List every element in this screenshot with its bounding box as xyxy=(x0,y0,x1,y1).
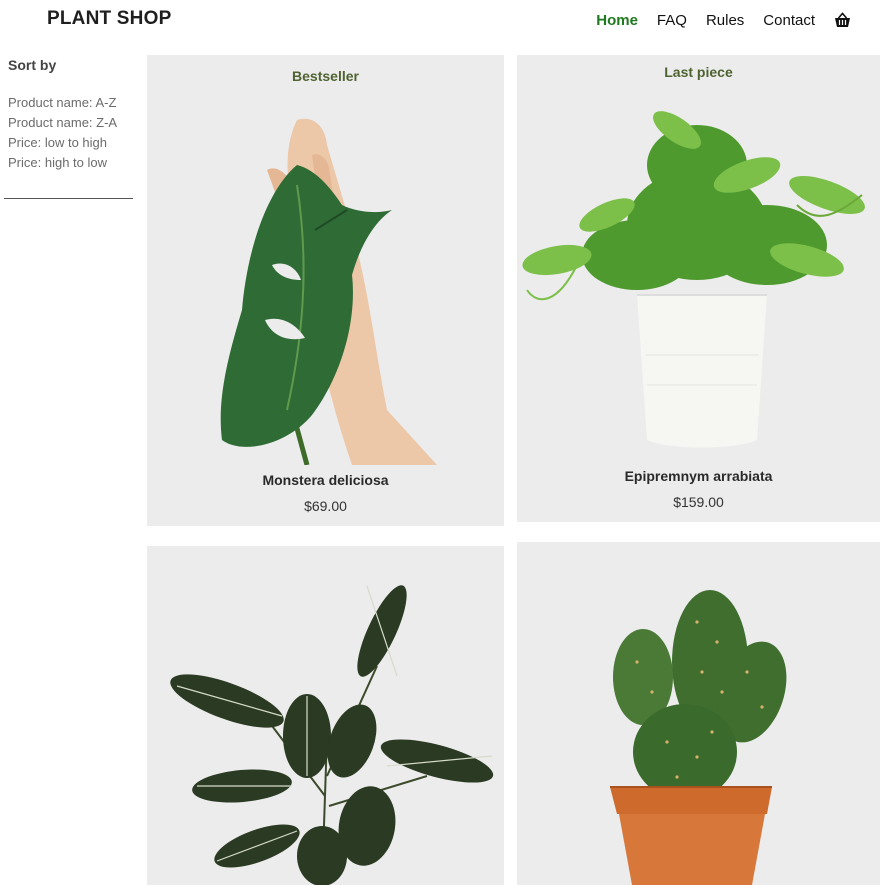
product-card-calathea[interactable] xyxy=(147,546,504,885)
sort-name-asc[interactable]: Product name: A-Z xyxy=(8,93,117,113)
sort-options: Product name: A-Z Product name: Z-A Pric… xyxy=(8,93,117,173)
product-card-cactus[interactable] xyxy=(517,542,880,885)
product-price: $159.00 xyxy=(673,494,724,510)
main-nav: Home FAQ Rules Contact xyxy=(596,12,851,29)
sort-name-desc[interactable]: Product name: Z-A xyxy=(8,113,117,133)
product-card-monstera[interactable]: Bestseller Monstera deliciosa $69.00 xyxy=(147,55,504,526)
sort-title: Sort by xyxy=(8,57,57,73)
sort-price-desc[interactable]: Price: high to low xyxy=(8,153,117,173)
cactus-in-terracotta-pot-image xyxy=(610,590,787,885)
bestseller-badge: Bestseller xyxy=(292,68,359,84)
nav-rules[interactable]: Rules xyxy=(706,12,744,29)
last-piece-badge: Last piece xyxy=(664,64,733,80)
nav-contact[interactable]: Contact xyxy=(763,12,815,29)
sidebar-divider xyxy=(4,198,133,199)
product-name: Epipremnym arrabiata xyxy=(624,468,773,484)
pothos-in-white-pot-image xyxy=(522,111,865,448)
monstera-leaf-in-hand-image xyxy=(220,118,437,465)
calathea-plant-image xyxy=(170,585,494,885)
sort-price-asc[interactable]: Price: low to high xyxy=(8,133,117,153)
nav-home[interactable]: Home xyxy=(596,12,638,29)
basket-icon[interactable] xyxy=(834,12,851,29)
product-card-epipremnum[interactable]: Last piece Epipremnym arrabiata $159.00 xyxy=(517,55,880,522)
site-logo[interactable]: PLANT SHOP xyxy=(47,8,171,30)
product-name: Monstera deliciosa xyxy=(262,472,389,488)
product-price: $69.00 xyxy=(304,498,347,514)
site-header: PLANT SHOP Home FAQ Rules Contact xyxy=(0,0,885,44)
nav-faq[interactable]: FAQ xyxy=(657,12,687,29)
